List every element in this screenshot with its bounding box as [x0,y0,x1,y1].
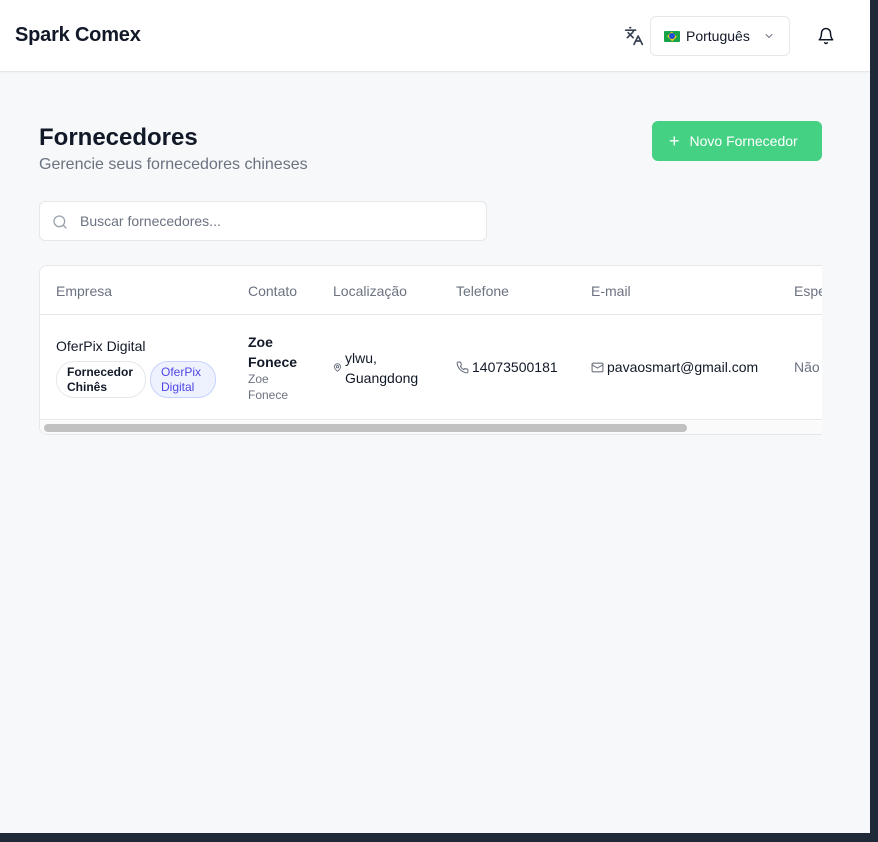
language-select[interactable]: Português [650,16,790,56]
contact-name: Zoe Fonece [248,334,298,370]
phone-icon [456,361,469,374]
new-supplier-button[interactable]: + Novo Fornecedor [652,121,822,161]
company-name: OferPix Digital [56,338,146,354]
page-subtitle: Gerencie seus fornecedores chineses [39,156,308,173]
app-window: Spark Comex Português Fornecedores Geren… [0,0,870,833]
new-supplier-label: Novo Fornecedor [689,133,798,149]
map-pin-icon [334,363,341,372]
suppliers-table: Empresa Contato Localização Telefone E-m… [39,265,822,435]
horizontal-scrollbar[interactable] [40,421,822,434]
plus-icon: + [669,131,680,151]
brand-name: Spark Comex [15,24,141,46]
brazil-flag-icon [664,30,680,42]
specialty-text: Não [794,359,820,375]
contact-subtitle: Zoe Fonece [248,372,289,402]
column-header-telefone[interactable]: Telefone [456,283,509,299]
top-bar: Spark Comex Português [0,0,870,72]
table-header: Empresa Contato Localização Telefone E-m… [40,266,822,315]
mail-icon [591,362,604,373]
company-badge: OferPix Digital [150,361,216,398]
language-selected: Português [686,28,750,44]
table-row[interactable]: OferPix Digital Fornecedor Chinês OferPi… [40,315,822,420]
chevron-down-icon [765,34,773,38]
supplier-type-badge: Fornecedor Chinês [56,361,146,398]
search-icon [53,215,67,229]
search-input[interactable] [80,202,480,240]
column-header-localizacao[interactable]: Localização [333,283,407,299]
bell-icon[interactable] [817,27,835,45]
column-header-email[interactable]: E-mail [591,283,631,299]
translate-icon[interactable] [624,26,644,46]
scrollbar-thumb[interactable] [44,424,687,432]
column-header-empresa[interactable]: Empresa [56,283,112,299]
page-title: Fornecedores [39,124,198,151]
search-box [39,201,487,241]
column-header-contato[interactable]: Contato [248,283,297,299]
email-text: pavaosmart@gmail.com [607,359,759,375]
location-text: ylwu, Guangdong [345,350,419,386]
column-header-especialidade[interactable]: Espe [794,283,822,299]
phone-text: 14073500181 [472,359,558,375]
